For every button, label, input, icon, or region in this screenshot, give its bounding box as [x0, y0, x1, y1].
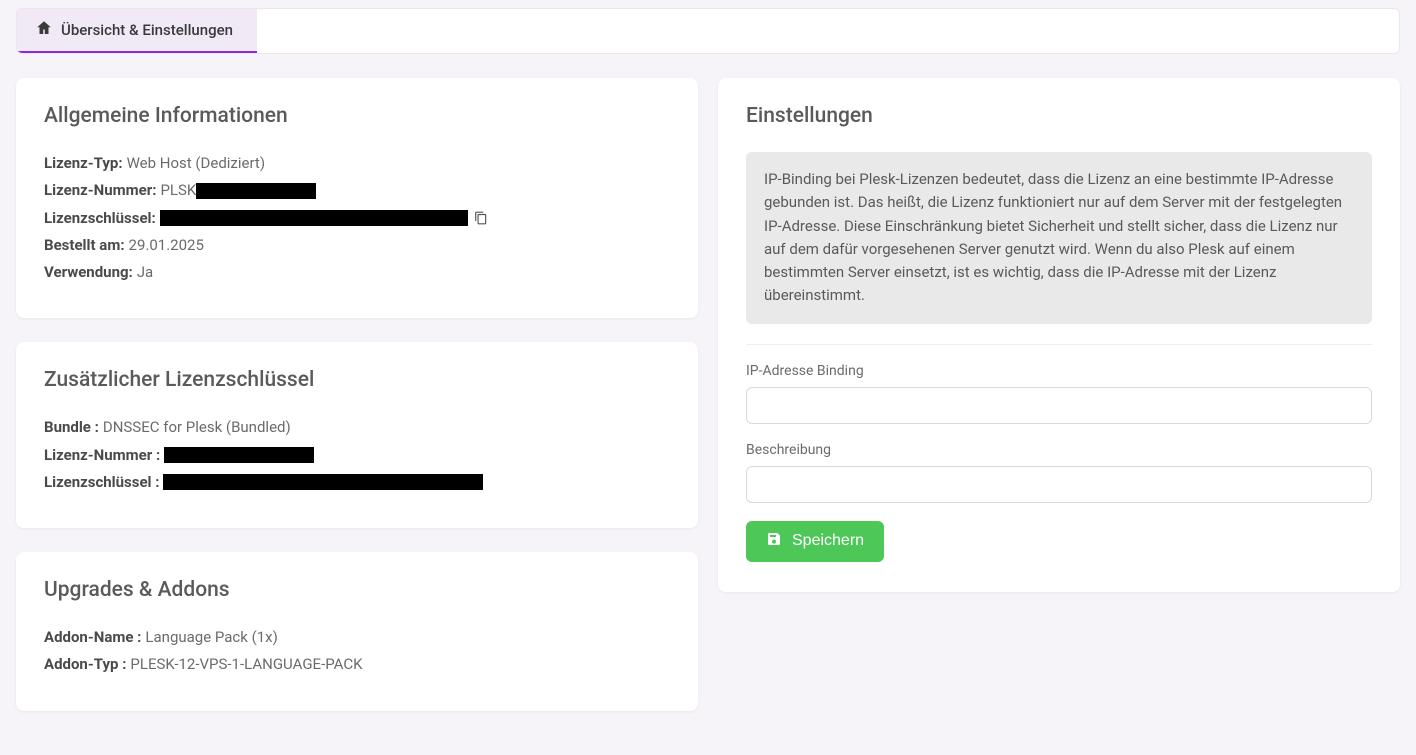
row-license-key: Lizenzschlüssel: [44, 207, 670, 230]
addon-type-label: Addon-Typ : [44, 653, 126, 676]
save-button-label: Speichern [792, 532, 864, 550]
row-addon-type: Addon-Typ : PLESK-12-VPS-1-LANGUAGE-PACK [44, 653, 670, 676]
usage-label: Verwendung: [44, 261, 133, 284]
save-button[interactable]: Speichern [746, 521, 884, 562]
row-license-number: Lizenz-Nummer: PLSK [44, 179, 670, 202]
license-type-label: Lizenz-Typ: [44, 152, 123, 175]
description-label: Beschreibung [746, 442, 1372, 458]
row-license-type: Lizenz-Typ: Web Host (Dediziert) [44, 152, 670, 175]
divider [746, 344, 1372, 345]
save-icon [766, 531, 782, 552]
tab-bar: Übersicht & Einstellungen [16, 8, 1400, 54]
ip-binding-info: IP-Binding bei Plesk-Lizenzen bedeutet, … [746, 152, 1372, 324]
description-input[interactable] [746, 466, 1372, 503]
add-license-key-label: Lizenzschlüssel : [44, 471, 159, 494]
tab-overview-settings[interactable]: Übersicht & Einstellungen [17, 9, 257, 53]
addons-title: Upgrades & Addons [44, 578, 670, 602]
form-group-ip: IP-Adresse Binding [746, 363, 1372, 424]
home-icon [35, 19, 53, 41]
additional-title: Zusätzlicher Lizenzschlüssel [44, 368, 670, 392]
card-additional-key: Zusätzlicher Lizenzschlüssel Bundle : DN… [16, 342, 698, 528]
usage-value: Ja [137, 261, 153, 284]
license-key-label: Lizenzschlüssel: [44, 207, 156, 230]
row-add-license-number: Lizenz-Nummer : [44, 444, 670, 467]
tab-label: Übersicht & Einstellungen [61, 21, 233, 39]
card-settings: Einstellungen IP-Binding bei Plesk-Lizen… [718, 78, 1400, 592]
addon-name-value: Language Pack (1x) [145, 626, 277, 649]
ip-binding-label: IP-Adresse Binding [746, 363, 1372, 379]
row-add-license-key: Lizenzschlüssel : [44, 471, 670, 494]
content-columns: Allgemeine Informationen Lizenz-Typ: Web… [16, 78, 1400, 735]
license-key-redacted [160, 210, 468, 226]
row-addon-name: Addon-Name : Language Pack (1x) [44, 626, 670, 649]
form-group-desc: Beschreibung [746, 442, 1372, 503]
settings-title: Einstellungen [746, 104, 1372, 128]
ordered-value: 29.01.2025 [129, 234, 204, 257]
bundle-label: Bundle : [44, 416, 99, 439]
general-title: Allgemeine Informationen [44, 104, 670, 128]
license-number-prefix: PLSK [160, 179, 196, 202]
row-usage: Verwendung: Ja [44, 261, 670, 284]
row-ordered: Bestellt am: 29.01.2025 [44, 234, 670, 257]
license-type-value: Web Host (Dediziert) [127, 152, 265, 175]
addon-type-value: PLESK-12-VPS-1-LANGUAGE-PACK [130, 653, 362, 676]
ordered-label: Bestellt am: [44, 234, 125, 257]
bundle-value: DNSSEC for Plesk (Bundled) [103, 416, 291, 439]
addon-name-label: Addon-Name : [44, 626, 141, 649]
right-column: Einstellungen IP-Binding bei Plesk-Lizen… [718, 78, 1400, 616]
left-column: Allgemeine Informationen Lizenz-Typ: Web… [16, 78, 698, 735]
add-license-number-label: Lizenz-Nummer : [44, 444, 160, 467]
license-number-redacted [196, 183, 316, 199]
row-bundle: Bundle : DNSSEC for Plesk (Bundled) [44, 416, 670, 439]
add-license-key-redacted [163, 474, 483, 490]
card-upgrades-addons: Upgrades & Addons Addon-Name : Language … [16, 552, 698, 711]
ip-binding-input[interactable] [746, 387, 1372, 424]
add-license-number-redacted [164, 447, 314, 463]
card-general-info: Allgemeine Informationen Lizenz-Typ: Web… [16, 78, 698, 318]
copy-icon[interactable] [474, 211, 488, 225]
license-number-label: Lizenz-Nummer: [44, 179, 156, 202]
